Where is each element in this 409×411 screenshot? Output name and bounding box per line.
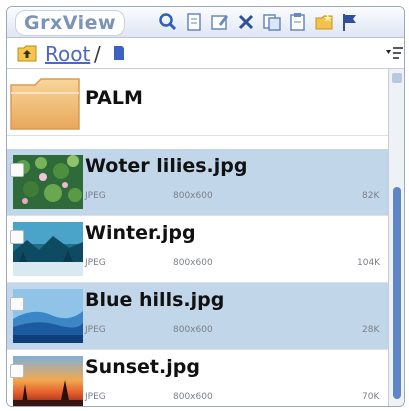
file-list[interactable]: PALM Woter lilies.jpg JPEG 800x600 82K W… [7,69,389,406]
folder-name: PALM [85,87,143,109]
file-type: JPEG [85,325,106,335]
edit-icon[interactable] [209,12,231,32]
sort-menu-icon[interactable] [385,44,404,66]
delete-icon[interactable] [235,12,257,32]
file-dimensions: 800x600 [173,258,213,268]
file-size: 104K [357,258,381,268]
list-item-file[interactable]: Sunset.jpg JPEG 800x600 70K [7,350,389,406]
list-item-folder[interactable]: PALM [7,69,389,136]
file-type: JPEG [85,392,106,402]
copy-icon[interactable] [261,12,283,32]
file-size: 70K [362,392,380,402]
app-window: GrxView Root / PALM Woter lilies.jpg JPE… [6,6,405,407]
document-icon[interactable] [183,12,205,32]
flag-icon[interactable] [339,12,361,32]
thumbnail-sunset [13,356,83,406]
folder-up-icon[interactable] [17,44,37,66]
file-name: Sunset.jpg [85,356,200,378]
file-name: Blue hills.jpg [85,289,225,311]
file-dimensions: 800x600 [173,191,213,201]
list-item-file[interactable]: Woter lilies.jpg JPEG 800x600 82K [7,149,389,216]
file-type: JPEG [85,258,106,268]
select-checkbox[interactable] [10,230,24,244]
folder-icon [9,75,83,137]
path-bar: Root / [7,38,404,69]
select-checkbox[interactable] [10,364,24,378]
file-size: 82K [362,191,380,201]
paste-icon[interactable] [287,12,309,32]
file-type: JPEG [85,191,106,201]
breadcrumb-root[interactable]: Root [45,42,90,66]
file-dimensions: 800x600 [173,325,213,335]
file-name: Woter lilies.jpg [85,155,248,177]
app-title: GrxView [15,10,126,36]
select-checkbox[interactable] [10,297,24,311]
search-icon[interactable] [157,12,179,32]
title-toolbar: GrxView [7,7,404,38]
scroll-up-arrow[interactable] [392,73,402,83]
list-item-file[interactable]: Blue hills.jpg JPEG 800x600 28K [7,283,389,350]
file-size: 28K [362,325,380,335]
file-name: Winter.jpg [85,222,196,244]
list-item-file[interactable]: Winter.jpg JPEG 800x600 104K [7,216,389,283]
folder-icon[interactable] [313,12,335,32]
breadcrumb-separator: / [94,42,101,66]
vertical-scrollbar[interactable] [388,69,404,406]
storage-card-icon[interactable] [113,45,125,65]
select-checkbox[interactable] [10,163,24,177]
file-dimensions: 800x600 [173,392,213,402]
scroll-thumb[interactable] [393,187,401,399]
